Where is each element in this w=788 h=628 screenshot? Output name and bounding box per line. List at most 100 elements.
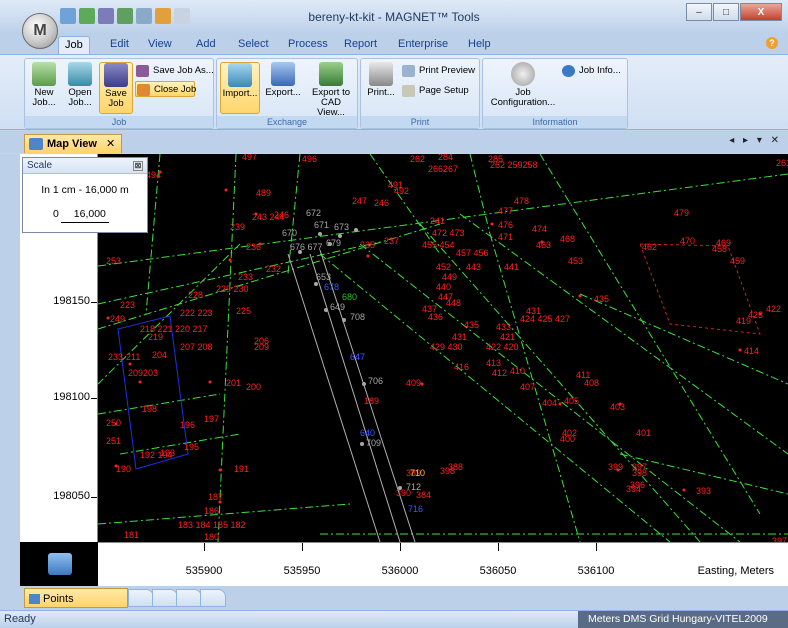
tab-measure[interactable] — [200, 589, 226, 607]
x-axis-label: Easting, Meters — [697, 565, 774, 577]
document-tabs: Map View ✕ ◂ ▸ ▾ ✕ — [0, 131, 788, 153]
svg-text:471: 471 — [498, 232, 513, 242]
tab-edit[interactable]: Edit — [104, 36, 135, 54]
tab-report[interactable]: Report — [338, 36, 383, 54]
x-axis: 535900 535950 536000 536050 536100 Easti… — [98, 542, 788, 586]
maximize-button[interactable]: □ — [713, 3, 739, 21]
x-tick-mark — [596, 543, 597, 551]
svg-text:474: 474 — [532, 224, 547, 234]
export-button[interactable]: Export... — [263, 62, 303, 114]
tab-enterprise[interactable]: Enterprise — [392, 36, 454, 54]
svg-text:209: 209 — [254, 342, 269, 352]
magnifier-icon — [402, 65, 415, 77]
tab-lines[interactable] — [128, 589, 154, 607]
svg-text:468: 468 — [560, 234, 575, 244]
svg-text:195: 195 — [184, 442, 199, 452]
new-job-icon — [32, 62, 56, 86]
svg-text:421: 421 — [500, 332, 515, 342]
svg-text:448: 448 — [446, 298, 461, 308]
tab-codes[interactable] — [152, 589, 178, 607]
svg-text:407: 407 — [520, 382, 535, 392]
status-bar: Ready Meters DMS Grid Hungary-VITEL2009 — [0, 610, 788, 628]
svg-text:422: 422 — [766, 304, 781, 314]
close-scale-icon[interactable]: ⊠ — [133, 161, 143, 171]
svg-text:408: 408 — [584, 378, 599, 388]
svg-text:405: 405 — [564, 396, 579, 406]
print-preview-button[interactable]: Print Preview — [401, 63, 475, 79]
x-tick-mark — [498, 543, 499, 551]
svg-text:472 473: 472 473 — [432, 228, 465, 238]
svg-text:670: 670 — [282, 228, 297, 238]
document-controls[interactable]: ◂ ▸ ▾ ✕ — [729, 135, 782, 146]
svg-text:679: 679 — [326, 238, 341, 248]
svg-text:229 230: 229 230 — [216, 284, 249, 294]
close-button[interactable]: X — [740, 3, 782, 21]
scale-ratio: In 1 cm - 16,000 m — [41, 184, 129, 196]
svg-text:443: 443 — [466, 262, 481, 272]
ribbon-tabs: Job Edit View Add Select Process Report … — [0, 34, 788, 54]
tab-points[interactable]: Points — [24, 588, 128, 608]
svg-text:228: 228 — [188, 290, 203, 300]
help-icon[interactable]: ? — [766, 37, 778, 49]
svg-text:422 420: 422 420 — [486, 342, 519, 352]
svg-text:253: 253 — [106, 256, 121, 266]
tab-add[interactable]: Add — [190, 36, 222, 54]
left-margin — [0, 154, 20, 586]
svg-text:204: 204 — [152, 350, 167, 360]
save-job-button[interactable]: Save Job — [99, 62, 133, 114]
tab-map-view[interactable]: Map View ✕ — [24, 134, 123, 153]
svg-text:676 677: 676 677 — [290, 242, 323, 252]
svg-text:246: 246 — [374, 198, 389, 208]
scale-panel[interactable]: Scale ⊠ In 1 cm - 16,000 m 0 16,000 — [22, 157, 148, 233]
svg-text:393: 393 — [696, 486, 711, 496]
svg-text:416: 416 — [454, 362, 469, 372]
exchange-group: Import... Export... Export to CAD View..… — [216, 58, 358, 129]
svg-text:189: 189 — [364, 396, 379, 406]
title-bar: bereny-kt-kit - MAGNET™ Tools – □ X — [0, 0, 788, 34]
svg-text:237: 237 — [384, 236, 399, 246]
tab-process[interactable]: Process — [282, 36, 334, 54]
svg-text:225: 225 — [236, 306, 251, 316]
svg-text:413: 413 — [486, 358, 501, 368]
svg-text:284: 284 — [438, 154, 453, 162]
job-info-button[interactable]: Job Info... — [561, 63, 621, 79]
export-cad-button[interactable]: Export to CAD View... — [307, 62, 355, 118]
map-corner — [20, 542, 98, 586]
import-button[interactable]: Import... — [220, 62, 260, 114]
svg-text:497: 497 — [242, 154, 257, 162]
svg-text:196: 196 — [180, 420, 195, 430]
close-job-button[interactable]: Close Job — [135, 81, 196, 97]
new-job-button[interactable]: New Job... — [27, 62, 61, 114]
page-setup-button[interactable]: Page Setup — [401, 83, 469, 99]
svg-text:266267: 266267 — [428, 164, 458, 174]
map-point-labels: 497494496 489491492 262 284 285 262 259258… — [106, 154, 788, 542]
tab-layers[interactable] — [176, 589, 202, 607]
tab-job[interactable]: Job — [58, 36, 90, 54]
svg-text:261: 261 — [776, 158, 788, 168]
job-configuration-button[interactable]: Job Configuration... — [487, 62, 559, 114]
svg-text:396: 396 — [630, 480, 645, 490]
close-job-icon — [137, 84, 150, 96]
svg-text:680: 680 — [342, 292, 357, 302]
tab-help[interactable]: Help — [462, 36, 497, 54]
save-as-icon — [136, 65, 149, 77]
tab-view[interactable]: View — [142, 36, 178, 54]
print-button[interactable]: Print... — [364, 62, 398, 114]
world-map-icon[interactable] — [48, 553, 72, 575]
close-tab-icon[interactable]: ✕ — [106, 138, 115, 150]
save-job-as-button[interactable]: Save Job As... — [135, 63, 214, 79]
minimize-button[interactable]: – — [686, 3, 712, 21]
svg-text:476: 476 — [498, 220, 513, 230]
tab-select[interactable]: Select — [232, 36, 275, 54]
svg-text:233: 233 — [238, 272, 253, 282]
svg-text:653: 653 — [316, 272, 331, 282]
svg-text:186: 186 — [204, 506, 219, 516]
svg-text:436: 436 — [428, 312, 443, 322]
svg-text:400: 400 — [560, 434, 575, 444]
svg-text:403: 403 — [610, 402, 625, 412]
svg-text:181: 181 — [124, 530, 139, 540]
application-menu-button[interactable]: M — [22, 13, 58, 49]
open-job-button[interactable]: Open Job... — [63, 62, 97, 114]
svg-text:429 430: 429 430 — [430, 342, 463, 352]
svg-text:494: 494 — [146, 170, 161, 180]
